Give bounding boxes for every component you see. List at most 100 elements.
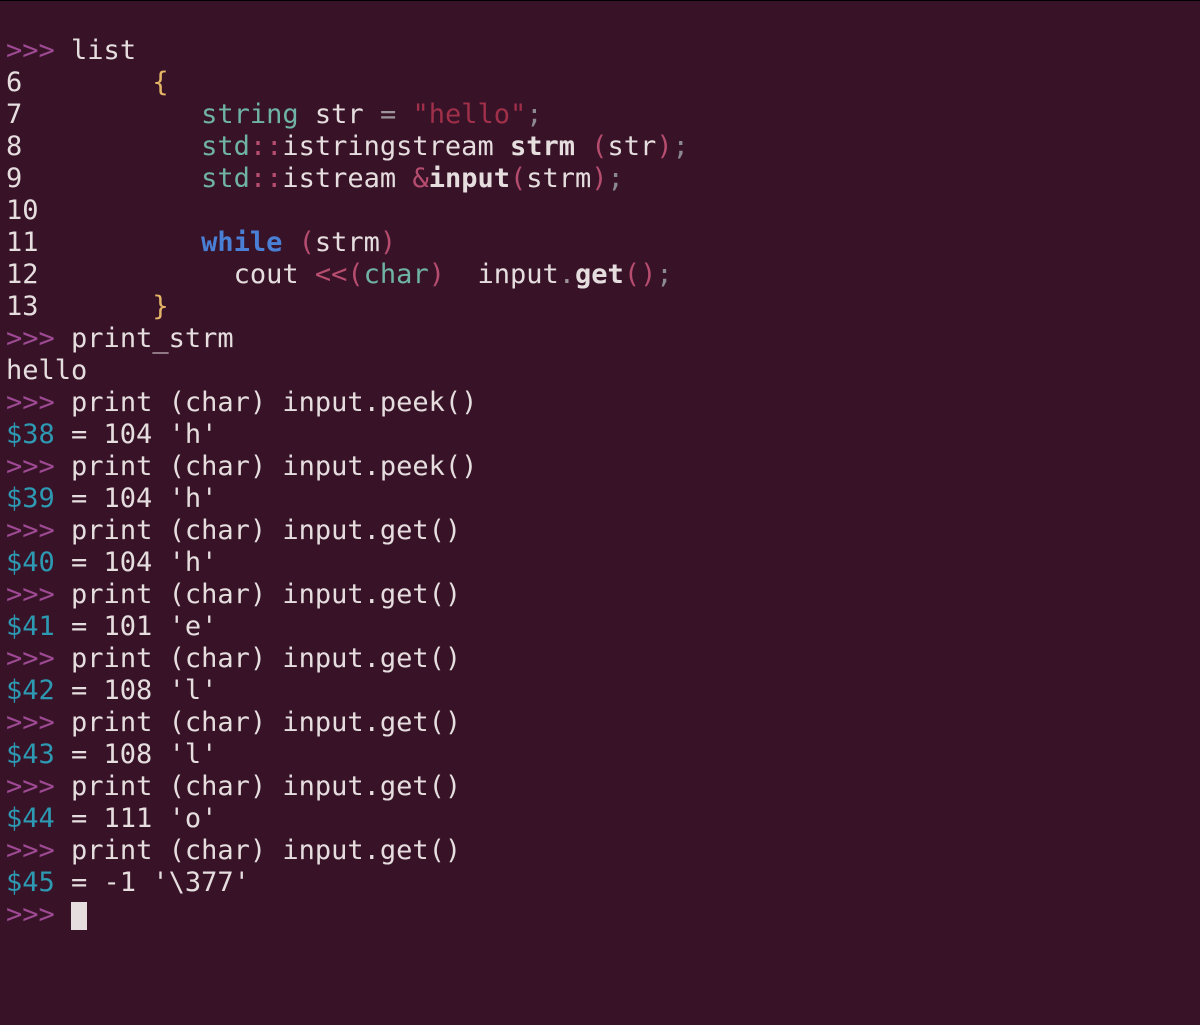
line-number: 13 <box>6 291 39 322</box>
code-line-11: 11 while (strm) <box>6 227 396 258</box>
condition: strm <box>315 227 380 258</box>
obj: input <box>477 259 558 290</box>
prompt: >>> <box>6 899 55 930</box>
expr-id: $44 <box>6 803 55 834</box>
keyword-while: while <box>201 227 282 258</box>
cmd-text: print (char) input.peek() <box>71 387 477 418</box>
type-keyword: string <box>201 99 299 130</box>
cmd-text: print (char) input.get() <box>71 643 461 674</box>
prompt: >>> <box>6 579 55 610</box>
cmd-text: print (char) input.peek() <box>71 451 477 482</box>
result-0: $38 = 104 'h' <box>6 419 217 450</box>
prompt: >>> <box>6 387 55 418</box>
expr-id: $45 <box>6 867 55 898</box>
line-number: 7 <box>6 99 22 130</box>
open-brace: { <box>152 67 168 98</box>
code-line-7: 7 string str = "hello"; <box>6 99 543 130</box>
amp-op: & <box>412 163 428 194</box>
prompt: >>> <box>6 771 55 802</box>
lparen: ( <box>347 259 363 290</box>
result-1: $39 = 104 'h' <box>6 483 217 514</box>
insert-op: << <box>315 259 348 290</box>
result-7: $45 = -1 '\377' <box>6 867 250 898</box>
rparen: ) <box>591 163 607 194</box>
expr-value: = -1 '\377' <box>55 867 250 898</box>
expr-value: = 108 'l' <box>55 739 218 770</box>
code-line-12: 12 cout <<(char) input.get(); <box>6 259 673 290</box>
code-line-13: 13 } <box>6 291 169 322</box>
var-name: strm <box>510 131 575 162</box>
line-number: 6 <box>6 67 22 98</box>
method: get <box>575 259 624 290</box>
cmd-text: list <box>71 35 136 66</box>
code-line-6: 6 { <box>6 67 169 98</box>
result-2: $40 = 104 'h' <box>6 547 217 578</box>
line-call-0: >>> print (char) input.peek() <box>6 387 477 418</box>
lparen: ( <box>591 131 607 162</box>
line-number: 12 <box>6 259 39 290</box>
line-number: 8 <box>6 131 22 162</box>
result-3: $41 = 101 'e' <box>6 611 217 642</box>
code-line-10: 10 <box>6 195 39 226</box>
expr-value: = 111 'o' <box>55 803 218 834</box>
line-prompt-list: >>> list <box>6 35 136 66</box>
line-call-3: >>> print (char) input.get() <box>6 579 461 610</box>
cmd-text: print (char) input.get() <box>71 771 461 802</box>
result-4: $42 = 108 'l' <box>6 675 217 706</box>
cout: cout <box>234 259 299 290</box>
rparen: ) <box>429 259 445 290</box>
prompt: >>> <box>6 35 55 66</box>
expr-value: = 101 'e' <box>55 611 218 642</box>
cmd-text: print (char) input.get() <box>71 835 461 866</box>
output-hello: hello <box>6 355 87 386</box>
line-call-1: >>> print (char) input.peek() <box>6 451 477 482</box>
expr-value: = 108 'l' <box>55 675 218 706</box>
arg: strm <box>526 163 591 194</box>
lparen: ( <box>624 259 640 290</box>
semicolon: ; <box>526 99 542 130</box>
semicolon: ; <box>673 131 689 162</box>
class-name: istream <box>282 163 396 194</box>
close-brace: } <box>152 291 168 322</box>
line-call-6: >>> print (char) input.get() <box>6 771 461 802</box>
code-line-9: 9 std::istream &input(strm); <box>6 163 624 194</box>
scope-op: :: <box>250 163 283 194</box>
expr-id: $42 <box>6 675 55 706</box>
result-6: $44 = 111 'o' <box>6 803 217 834</box>
scope-op: :: <box>250 131 283 162</box>
line-number: 11 <box>6 227 39 258</box>
expr-value: = 104 'h' <box>55 419 218 450</box>
line-number: 9 <box>6 163 22 194</box>
expr-id: $39 <box>6 483 55 514</box>
lparen: ( <box>299 227 315 258</box>
cursor-icon <box>71 902 87 930</box>
prompt: >>> <box>6 643 55 674</box>
line-call-2: >>> print (char) input.get() <box>6 515 461 546</box>
class-name: istringstream <box>282 131 493 162</box>
semicolon: ; <box>656 259 672 290</box>
namespace: std <box>201 163 250 194</box>
cast-type: char <box>364 259 429 290</box>
prompt: >>> <box>6 323 55 354</box>
equals: = <box>380 99 396 130</box>
identifier: str <box>315 99 364 130</box>
terminal[interactable]: >>> list 6 { 7 string str = "hello"; 8 s… <box>0 0 1200 933</box>
expr-id: $41 <box>6 611 55 642</box>
line-call-5: >>> print (char) input.get() <box>6 707 461 738</box>
line-call-4: >>> print (char) input.get() <box>6 643 461 674</box>
cmd-text: print (char) input.get() <box>71 515 461 546</box>
expr-id: $40 <box>6 547 55 578</box>
prompt: >>> <box>6 835 55 866</box>
rparen: ) <box>380 227 396 258</box>
prompt-line-empty[interactable]: >>> <box>6 899 87 930</box>
arg: str <box>608 131 657 162</box>
prompt: >>> <box>6 515 55 546</box>
expr-value: = 104 'h' <box>55 483 218 514</box>
rparen: ) <box>656 131 672 162</box>
prompt: >>> <box>6 707 55 738</box>
expr-id: $38 <box>6 419 55 450</box>
lparen: ( <box>510 163 526 194</box>
cmd-text: print_strm <box>71 323 234 354</box>
expr-id: $43 <box>6 739 55 770</box>
semicolon: ; <box>608 163 624 194</box>
